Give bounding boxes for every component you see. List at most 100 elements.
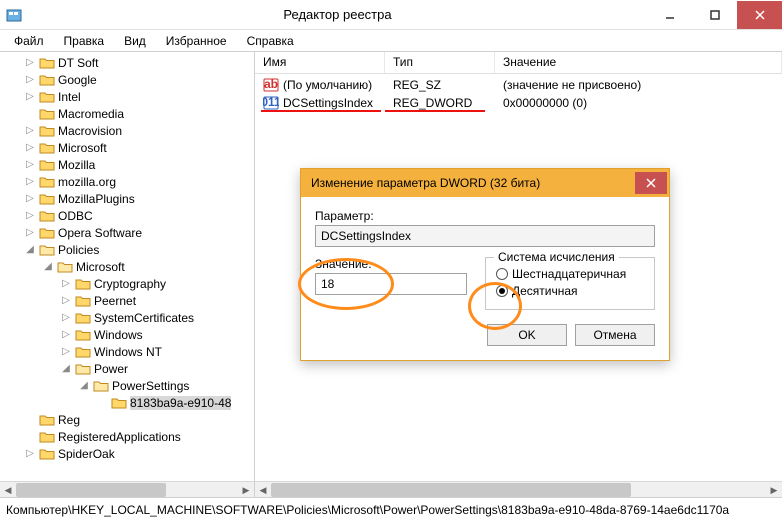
list-row[interactable]: ab(По умолчанию)REG_SZ(значение не присв… <box>255 76 782 94</box>
value-input[interactable] <box>315 273 467 295</box>
expand-icon[interactable]: ▷ <box>60 295 72 306</box>
tree-item[interactable]: ▷Mozilla <box>4 156 254 173</box>
expand-icon[interactable]: ▷ <box>24 125 36 136</box>
close-button[interactable] <box>737 1 782 29</box>
col-type[interactable]: Тип <box>385 52 495 73</box>
folder-icon <box>39 90 55 104</box>
tree-item[interactable]: 8183ba9a-e910-48 <box>4 394 254 411</box>
tree-item-label: ODBC <box>58 209 93 223</box>
scroll-thumb[interactable] <box>16 483 166 497</box>
menu-favorites[interactable]: Избранное <box>156 32 237 50</box>
string-value-icon: ab <box>263 77 279 93</box>
tree-item[interactable]: ▷ ODBC <box>4 207 254 224</box>
expand-icon[interactable]: ▷ <box>24 210 36 221</box>
collapse-icon[interactable]: ◢ <box>42 261 54 272</box>
col-value[interactable]: Значение <box>495 52 782 73</box>
svg-text:011: 011 <box>263 95 279 109</box>
expand-icon[interactable]: ▷ <box>60 278 72 289</box>
expand-icon[interactable]: ▷ <box>24 159 36 170</box>
menu-file[interactable]: Файл <box>4 32 54 50</box>
folder-icon <box>39 192 55 206</box>
tree-item[interactable]: ▷Opera Software <box>4 224 254 241</box>
tree-item[interactable]: ▷ Intel <box>4 88 254 105</box>
expand-icon[interactable]: ▷ <box>24 227 36 238</box>
collapse-icon[interactable]: ◢ <box>78 380 90 391</box>
tree-item[interactable]: ▷Cryptography <box>4 275 254 292</box>
tree-item-label: PowerSettings <box>112 379 189 393</box>
tree-item-label: Intel <box>58 90 81 104</box>
tree-item[interactable]: RegisteredApplications <box>4 428 254 445</box>
expand-icon[interactable]: ▷ <box>24 448 36 459</box>
tree-item[interactable]: Macromedia <box>4 105 254 122</box>
expand-icon[interactable]: ▷ <box>60 346 72 357</box>
expand-icon[interactable]: ▷ <box>24 176 36 187</box>
tree-item[interactable]: ▷Microsoft <box>4 139 254 156</box>
scroll-left-icon[interactable]: ◀ <box>255 482 271 498</box>
folder-icon <box>111 396 127 410</box>
menu-view[interactable]: Вид <box>114 32 156 50</box>
folder-icon <box>39 243 55 257</box>
maximize-button[interactable] <box>692 1 737 29</box>
expand-icon[interactable]: ▷ <box>24 193 36 204</box>
svg-text:ab: ab <box>264 77 278 91</box>
value-data: (значение не присвоено) <box>495 78 782 92</box>
scroll-thumb[interactable] <box>271 483 631 497</box>
tree-item-label: Macrovision <box>58 124 122 138</box>
folder-icon <box>93 379 109 393</box>
annotation-underline <box>385 110 485 112</box>
tree-item[interactable]: ▷Google <box>4 71 254 88</box>
tree-item-label: SpiderOak <box>58 447 115 461</box>
scroll-right-icon[interactable]: ▶ <box>766 482 782 498</box>
expand-icon[interactable]: ▷ <box>24 142 36 153</box>
list-hscroll[interactable]: ◀ ▶ <box>255 481 782 497</box>
expand-icon[interactable]: ▷ <box>60 329 72 340</box>
tree-item-label: Peernet <box>94 294 136 308</box>
folder-icon <box>75 277 91 291</box>
dialog-close-button[interactable] <box>635 172 667 194</box>
radio-dec[interactable]: Десятичная <box>496 284 644 298</box>
tree-item-label: Macromedia <box>58 107 124 121</box>
folder-icon <box>39 141 55 155</box>
collapse-icon[interactable]: ◢ <box>60 363 72 374</box>
col-name[interactable]: Имя <box>255 52 385 73</box>
scroll-right-icon[interactable]: ▶ <box>238 482 254 497</box>
tree-item[interactable]: ▷DT Soft <box>4 54 254 71</box>
expand-icon[interactable]: ▷ <box>24 74 36 85</box>
cancel-button[interactable]: Отмена <box>575 324 655 346</box>
tree-item[interactable]: ◢ PowerSettings <box>4 377 254 394</box>
expand-icon[interactable]: ▷ <box>24 57 36 68</box>
tree-item-label: mozilla.org <box>58 175 116 189</box>
tree-item[interactable]: ◢ Policies <box>4 241 254 258</box>
tree-item[interactable]: ▷Windows NT <box>4 343 254 360</box>
tree-item[interactable]: ▷Windows <box>4 326 254 343</box>
value-type: REG_DWORD <box>385 96 495 110</box>
statusbar: Компьютер\HKEY_LOCAL_MACHINE\SOFTWARE\Po… <box>0 498 782 522</box>
menu-help[interactable]: Справка <box>237 32 304 50</box>
tree-item-label: Power <box>94 362 128 376</box>
tree-item[interactable]: ◢Microsoft <box>4 258 254 275</box>
tree-item-label: Policies <box>58 243 99 257</box>
tree-item[interactable]: ▷ Peernet <box>4 292 254 309</box>
tree-item[interactable]: ▷SystemCertificates <box>4 309 254 326</box>
value-name: DCSettingsIndex <box>283 96 373 110</box>
registry-tree[interactable]: ▷DT Soft▷Google▷IntelMacromedia▷Macrovis… <box>0 52 254 464</box>
expand-icon[interactable]: ▷ <box>24 91 36 102</box>
expand-icon[interactable]: ▷ <box>60 312 72 323</box>
ok-button[interactable]: OK <box>487 324 567 346</box>
tree-item[interactable]: ▷ SpiderOak <box>4 445 254 462</box>
radio-hex[interactable]: Шестнадцатеричная <box>496 267 644 281</box>
folder-icon <box>39 107 55 121</box>
tree-item[interactable]: ▷ Macrovision <box>4 122 254 139</box>
menu-edit[interactable]: Правка <box>54 32 115 50</box>
minimize-button[interactable] <box>647 1 692 29</box>
value-type: REG_SZ <box>385 78 495 92</box>
folder-icon <box>75 311 91 325</box>
tree-hscroll[interactable]: ◀ ▶ <box>0 481 254 497</box>
tree-item[interactable]: ◢ Power <box>4 360 254 377</box>
tree-item[interactable]: ▷ mozilla.org <box>4 173 254 190</box>
scroll-left-icon[interactable]: ◀ <box>0 482 16 497</box>
collapse-icon[interactable]: ◢ <box>24 244 36 255</box>
tree-item-label: MozillaPlugins <box>58 192 135 206</box>
tree-item[interactable]: Reg <box>4 411 254 428</box>
tree-item[interactable]: ▷ MozillaPlugins <box>4 190 254 207</box>
